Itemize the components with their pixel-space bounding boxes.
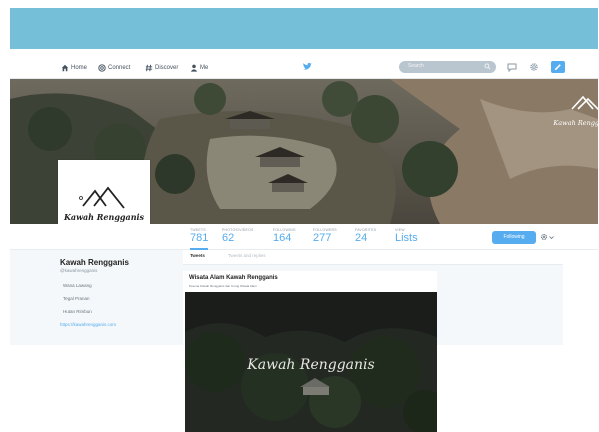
profile-website-link[interactable]: https://kawahrengganis.com (60, 322, 116, 327)
video-overlay-text: Kawah Rengganis (246, 357, 374, 373)
stat-tweets-value: 781 (190, 232, 209, 244)
gear-icon (540, 233, 548, 241)
profile-settings-dropdown[interactable] (540, 232, 556, 242)
messages-icon[interactable] (507, 62, 517, 72)
cover-logo-text: Kawah Rengganis (552, 119, 598, 127)
profile-bio-line: Hutan Rimbun (63, 309, 92, 314)
stat-followers[interactable]: FOLLOWERS 277 (313, 228, 337, 244)
stat-favorites[interactable]: FAVORITES 24 (355, 228, 376, 244)
stat-followers-value: 277 (313, 232, 332, 244)
stat-photos-value: 62 (222, 232, 235, 244)
top-banner (10, 8, 598, 49)
nav-home-label: Home (71, 65, 88, 71)
chevron-down-icon (549, 235, 554, 239)
nav-home[interactable]: Home (61, 62, 87, 74)
nav-discover-label: Discover (155, 65, 179, 71)
stat-tweets[interactable]: TWEETS 781 (190, 228, 209, 250)
at-icon (98, 64, 106, 72)
nav-connect[interactable]: Connect (98, 62, 130, 74)
tab-tweets-and-replies[interactable]: Tweets and replies (228, 253, 266, 258)
stat-favorites-value: 24 (355, 232, 368, 244)
profile-bio-line: Wana Lawang (63, 283, 92, 288)
nav-me-label: Me (200, 65, 209, 71)
stat-lists-value: Lists (395, 232, 418, 244)
tweet-card[interactable]: Wisata Alam Kawah Rengganis Pesona Kawah… (183, 271, 437, 432)
following-button[interactable]: Following (492, 231, 536, 244)
nav-discover[interactable]: Discover (145, 62, 178, 74)
compose-icon (554, 64, 561, 71)
tweet-video[interactable]: Kawah Rengganis (185, 292, 437, 432)
stat-photos[interactable]: PHOTOS/VIDEOS 62 (222, 228, 254, 244)
stat-following[interactable]: FOLLOWING 164 (273, 228, 296, 244)
search-input[interactable]: Search (399, 61, 496, 73)
tweet-title: Wisata Alam Kawah Rengganis (189, 275, 278, 281)
search-icon (484, 63, 491, 70)
person-icon (190, 64, 198, 72)
settings-gear-icon[interactable] (529, 62, 539, 72)
hashtag-icon (145, 64, 153, 72)
profile-stats-bar: TWEETS 781 PHOTOS/VIDEOS 62 FOLLOWING 16… (10, 224, 598, 250)
profile-handle[interactable]: @kawahrengganis (60, 268, 97, 273)
search-placeholder: Search (408, 63, 424, 69)
avatar-logo-text: Kawah Rengganis (63, 212, 145, 222)
nav-connect-label: Connect (108, 65, 131, 71)
stat-following-value: 164 (273, 232, 292, 244)
twitter-bird-icon[interactable] (302, 62, 312, 72)
home-icon (61, 64, 69, 72)
stat-lists[interactable]: VIEW Lists (395, 228, 418, 244)
profile-bio-line: Tegal Pranan (63, 296, 90, 301)
profile-name: Kawah Rengganis (60, 258, 129, 267)
tab-tweets[interactable]: Tweets (190, 253, 205, 258)
top-navbar: Home Connect Discover Me Search (10, 57, 598, 79)
nav-me[interactable]: Me (190, 62, 208, 74)
tweet-subtitle: Pesona Kawah Rengganis dan Curug Wisata … (189, 284, 257, 288)
compose-tweet-button[interactable] (551, 61, 565, 73)
profile-sidebar: Kawah Rengganis @kawahrengganis Wana Law… (10, 250, 183, 345)
